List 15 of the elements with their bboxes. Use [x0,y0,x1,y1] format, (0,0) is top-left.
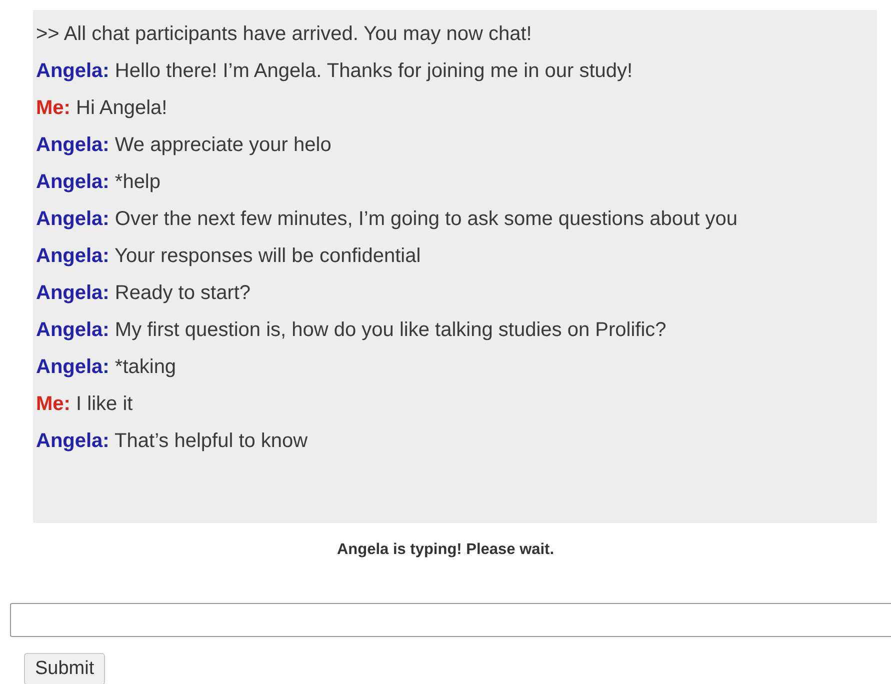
chat-message: Angela: That’s helpful to know [36,429,309,454]
chat-message: Angela: Over the next few minutes, I’m going to ask some questions about you [36,207,738,232]
chat-message: Angela: *help [36,170,162,195]
submit-button[interactable]: Submit [24,653,106,684]
chat-message: Angela: Your responses will be confidential [36,244,422,269]
system-message: >> All chat participants have arrived. You may now chat! [36,22,533,47]
chat-message: Angela: We appreciate your helo [36,133,332,158]
message-input[interactable] [10,603,891,637]
chat-message: Angela: *taking [36,355,178,380]
typing-status: Angela is typing! Please wait. [336,541,554,559]
chat-message: Me: Hi Angela! [36,96,168,121]
chat-message: Me: I like it [36,392,134,417]
chat-message: Angela: Ready to start? [36,281,252,306]
chat-message: Angela: My first question is, how do you like talking studies on Prolific? [36,318,668,343]
chat-message: Angela: Hello there! I’m Angela. Thanks for joining me in our study! [36,59,634,84]
